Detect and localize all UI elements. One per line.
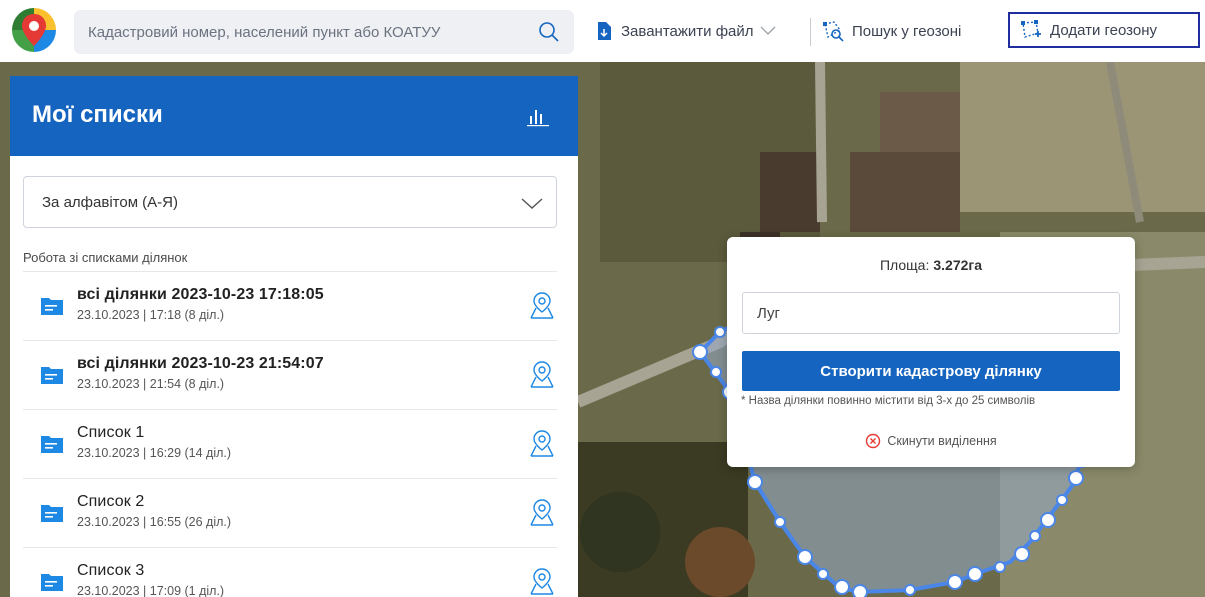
list-item-subtitle: 23.10.2023 | 16:29 (14 діл.) xyxy=(77,446,232,460)
map-pin-icon[interactable] xyxy=(527,566,557,596)
parcel-name-input[interactable] xyxy=(742,292,1120,334)
geozone-search-label: Пошук у геозоні xyxy=(852,22,962,40)
reset-selection-label: Скинути виділення xyxy=(887,434,997,448)
file-upload-icon xyxy=(598,22,611,40)
add-geozone-button[interactable]: Додати геозону xyxy=(1008,12,1200,48)
chevron-down-icon xyxy=(521,198,543,209)
create-parcel-popup: Площа:3.272га Створити кадастрову ділянк… xyxy=(727,237,1135,467)
reset-selection-button[interactable]: Скинути виділення xyxy=(727,433,1135,449)
top-toolbar: Завантажити файл Пошук у геозоні Дода xyxy=(0,0,1205,62)
list-item-title: всі ділянки 2023-10-23 21:54:07 xyxy=(77,355,324,372)
list-item[interactable]: всі ділянки 2023-10-23 21:54:07 23.10.20… xyxy=(23,341,557,409)
search-bar xyxy=(74,10,574,54)
upload-file-label: Завантажити файл xyxy=(621,22,754,40)
toolbar-divider xyxy=(810,18,811,46)
geozone-search-button[interactable]: Пошук у геозоні xyxy=(822,12,1002,50)
map-pin-icon[interactable] xyxy=(527,497,557,527)
map-pin-icon[interactable] xyxy=(527,290,557,320)
search-icon[interactable] xyxy=(538,21,560,43)
name-length-hint: * Назва ділянки повинно містити від 3-х … xyxy=(741,395,1036,407)
list-item-subtitle: 23.10.2023 | 17:18 (8 діл.) xyxy=(77,308,225,322)
folder-icon xyxy=(41,574,63,591)
list-item[interactable]: всі ділянки 2023-10-23 17:18:05 23.10.20… xyxy=(23,272,557,340)
area-label: Площа: xyxy=(879,257,930,273)
list-item-subtitle: 23.10.2023 | 17:09 (1 діл.) xyxy=(77,584,225,597)
map-pin-icon[interactable] xyxy=(527,359,557,389)
list-item-title: Список 2 xyxy=(77,493,145,510)
list-item-title: Список 3 xyxy=(77,562,145,579)
list-item-subtitle: 23.10.2023 | 16:55 (26 діл.) xyxy=(77,515,232,529)
list-item-subtitle: 23.10.2023 | 21:54 (8 діл.) xyxy=(77,377,225,391)
map-pin-icon[interactable] xyxy=(527,428,557,458)
folder-icon xyxy=(41,367,63,384)
area-value: 3.272га xyxy=(933,257,983,273)
app-logo-icon[interactable] xyxy=(8,4,60,56)
list-item-title: всі ділянки 2023-10-23 17:18:05 xyxy=(77,286,324,303)
close-circle-icon xyxy=(866,433,881,449)
statistics-icon[interactable] xyxy=(526,104,550,128)
chevron-down-icon xyxy=(760,26,775,35)
list-item-title: Список 1 xyxy=(77,424,145,441)
list-item[interactable]: Список 1 23.10.2023 | 16:29 (14 діл.) xyxy=(23,410,557,478)
panel-title: Мої списки xyxy=(32,101,163,128)
list-item[interactable]: Список 2 23.10.2023 | 16:55 (26 діл.) xyxy=(23,479,557,547)
sort-dropdown[interactable]: За алфавітом (А-Я) xyxy=(23,176,557,228)
list-item[interactable]: Список 3 23.10.2023 | 17:09 (1 діл.) xyxy=(23,548,557,597)
area-readout: Площа: 3.272га xyxy=(727,257,1135,273)
folder-icon xyxy=(41,436,63,453)
folder-icon xyxy=(41,298,63,315)
add-geozone-icon xyxy=(1021,20,1041,38)
create-parcel-button[interactable]: Створити кадастрову ділянку xyxy=(742,351,1120,391)
panel-header: Мої списки xyxy=(10,76,578,156)
section-label: Робота зі списками ділянок xyxy=(23,250,188,265)
upload-file-button[interactable]: Завантажити файл xyxy=(595,12,805,50)
search-input[interactable] xyxy=(88,10,528,54)
add-geozone-label: Додати геозону xyxy=(1050,21,1158,39)
sort-value: За алфавітом (А-Я) xyxy=(42,194,178,211)
geozone-search-icon xyxy=(823,21,844,42)
my-lists-panel: Мої списки За алфавітом (А-Я) Робота зі … xyxy=(10,76,578,597)
folder-icon xyxy=(41,505,63,522)
